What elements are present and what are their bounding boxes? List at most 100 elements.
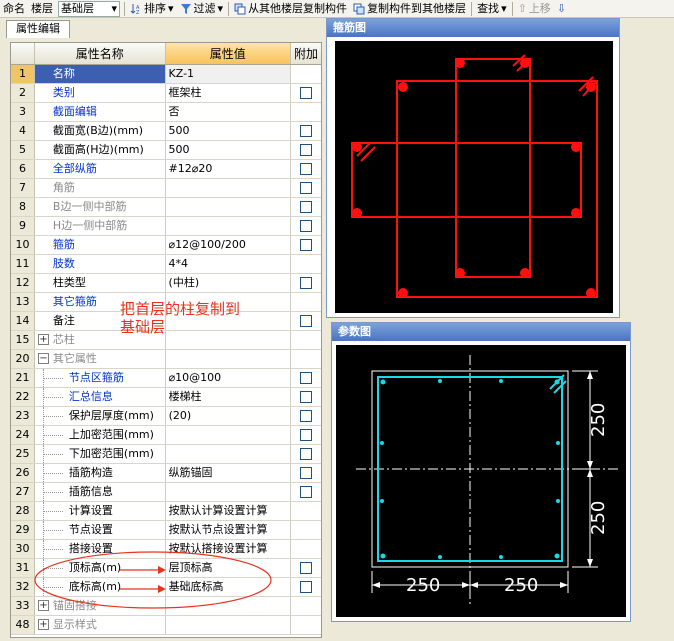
property-value[interactable]: 按默认计算设置计算 xyxy=(166,502,292,520)
sort-button[interactable]: AZ 排序 ▾ xyxy=(127,0,177,18)
property-value[interactable] xyxy=(166,483,292,501)
property-value[interactable] xyxy=(166,426,292,444)
copy-from-floor-button[interactable]: 从其他楼层复制构件 xyxy=(231,0,350,18)
add-checkbox[interactable] xyxy=(300,467,313,479)
floor-label: 楼层 xyxy=(31,1,53,15)
add-checkbox[interactable] xyxy=(300,429,313,441)
add-checkbox[interactable] xyxy=(300,372,313,384)
property-add-cell xyxy=(291,255,321,273)
table-row[interactable]: 11 肢数 4*4 xyxy=(11,255,321,274)
add-checkbox[interactable] xyxy=(300,144,313,156)
property-value[interactable]: 按默认节点设置计算 xyxy=(166,521,292,539)
table-row[interactable]: 23 保护层厚度(mm) (20) xyxy=(11,407,321,426)
add-checkbox[interactable] xyxy=(300,448,313,460)
tab-property-edit[interactable]: 属性编辑 xyxy=(6,20,70,38)
table-row[interactable]: 9 H边一侧中部筋 xyxy=(11,217,321,236)
table-row[interactable]: 28 计算设置 按默认计算设置计算 xyxy=(11,502,321,521)
rename-button[interactable]: 命名 xyxy=(0,0,28,18)
property-value[interactable]: ⌀12@100/200 xyxy=(166,236,292,254)
expand-icon[interactable]: + xyxy=(37,600,49,611)
add-checkbox[interactable] xyxy=(300,486,313,498)
property-value[interactable] xyxy=(166,179,292,197)
property-value[interactable] xyxy=(166,198,292,216)
property-name: 截面宽(B边)(mm) xyxy=(35,122,166,140)
table-row[interactable]: 1 名称 KZ-1 xyxy=(11,65,321,84)
property-value[interactable]: 500 xyxy=(166,122,292,140)
add-checkbox[interactable] xyxy=(300,239,313,251)
table-row[interactable]: 8 B边一侧中部筋 xyxy=(11,198,321,217)
property-value[interactable] xyxy=(166,217,292,235)
header-value[interactable]: 属性值 xyxy=(165,43,292,64)
property-value[interactable]: 基础底标高 xyxy=(166,578,292,596)
table-row[interactable]: 31 顶标高(m) 层顶标高 xyxy=(11,559,321,578)
add-checkbox[interactable] xyxy=(300,125,313,137)
table-row[interactable]: 5 截面高(H边)(mm) 500 xyxy=(11,141,321,160)
property-value[interactable]: 500 xyxy=(166,141,292,159)
table-row[interactable]: 2 类别 框架柱 xyxy=(11,84,321,103)
property-value[interactable]: ⌀10@100 xyxy=(166,369,292,387)
table-row[interactable]: 33 + 锚固搭接 xyxy=(11,597,321,616)
table-row[interactable]: 29 节点设置 按默认节点设置计算 xyxy=(11,521,321,540)
expand-icon[interactable]: + xyxy=(37,619,49,630)
table-row[interactable]: 27 插筋信息 xyxy=(11,483,321,502)
property-value[interactable]: 4*4 xyxy=(166,255,292,273)
property-value[interactable]: #12⌀20 xyxy=(166,160,292,178)
add-checkbox[interactable] xyxy=(300,220,313,232)
table-row[interactable]: 22 汇总信息 楼梯柱 xyxy=(11,388,321,407)
table-row[interactable]: 26 插筋构造 纵筋锚固 xyxy=(11,464,321,483)
row-number: 8 xyxy=(11,198,35,216)
property-value[interactable]: KZ-1 xyxy=(165,65,292,83)
table-row[interactable]: 4 截面宽(B边)(mm) 500 xyxy=(11,122,321,141)
table-row[interactable]: 21 节点区箍筋 ⌀10@100 xyxy=(11,369,321,388)
add-checkbox[interactable] xyxy=(300,201,313,213)
add-checkbox[interactable] xyxy=(300,315,313,327)
property-grid: 属性名称 属性值 附加 1 名称 KZ-1 2 类别 框架柱 3 截面编辑 否 4 截面宽(B边)(… xyxy=(10,42,322,638)
header-name[interactable]: 属性名称 xyxy=(35,43,166,64)
table-row[interactable]: 25 下加密范围(mm) xyxy=(11,445,321,464)
property-value[interactable]: 纵筋锚固 xyxy=(166,464,292,482)
table-row[interactable]: 12 柱类型 (中柱) xyxy=(11,274,321,293)
collapse-icon[interactable]: − xyxy=(37,353,49,364)
property-value[interactable]: 按默认搭接设置计算 xyxy=(166,540,292,558)
property-value[interactable]: (20) xyxy=(166,407,292,425)
property-value[interactable] xyxy=(166,616,292,634)
find-button[interactable]: 查找 ▾ xyxy=(474,0,510,18)
property-value[interactable]: 框架柱 xyxy=(166,84,292,102)
property-name: 搭接设置 xyxy=(35,540,166,558)
floor-select[interactable]: 基础层 ▾ xyxy=(58,0,120,17)
add-checkbox[interactable] xyxy=(300,410,313,422)
table-row[interactable]: 3 截面编辑 否 xyxy=(11,103,321,122)
property-value[interactable] xyxy=(166,445,292,463)
move-up-button[interactable]: ⇧ 上移 xyxy=(515,0,554,18)
table-row[interactable]: 30 搭接设置 按默认搭接设置计算 xyxy=(11,540,321,559)
property-add-cell xyxy=(291,103,321,121)
expand-icon[interactable]: + xyxy=(37,334,49,345)
property-name-text: 柱类型 xyxy=(52,276,86,289)
add-checkbox[interactable] xyxy=(300,277,313,289)
property-value[interactable] xyxy=(166,350,292,368)
add-checkbox[interactable] xyxy=(300,182,313,194)
property-value[interactable] xyxy=(166,597,292,615)
add-checkbox[interactable] xyxy=(300,562,313,574)
table-row[interactable]: 6 全部纵筋 #12⌀20 xyxy=(11,160,321,179)
move-down-button[interactable]: ⇩ xyxy=(554,0,569,18)
property-value[interactable]: 否 xyxy=(166,103,292,121)
add-checkbox[interactable] xyxy=(300,87,313,99)
table-row[interactable]: 24 上加密范围(mm) xyxy=(11,426,321,445)
table-row[interactable]: 10 箍筋 ⌀12@100/200 xyxy=(11,236,321,255)
table-row[interactable]: 48 + 显示样式 xyxy=(11,616,321,635)
table-row[interactable]: 7 角筋 xyxy=(11,179,321,198)
property-value[interactable]: 层顶标高 xyxy=(166,559,292,577)
add-checkbox[interactable] xyxy=(300,163,313,175)
table-row[interactable]: 32 底标高(m) 基础底标高 xyxy=(11,578,321,597)
property-value[interactable]: (中柱) xyxy=(166,274,292,292)
property-name-text: 全部纵筋 xyxy=(52,162,97,175)
copy-to-floor-button[interactable]: 复制构件到其他楼层 xyxy=(350,0,469,18)
property-value[interactable]: 楼梯柱 xyxy=(166,388,292,406)
filter-button[interactable]: 过滤 ▾ xyxy=(177,0,227,18)
property-name: + 锚固搭接 xyxy=(35,597,166,615)
table-row[interactable]: 20− 其它属性 xyxy=(11,350,321,369)
add-checkbox[interactable] xyxy=(300,581,313,593)
header-add[interactable]: 附加 xyxy=(291,43,321,64)
add-checkbox[interactable] xyxy=(300,391,313,403)
